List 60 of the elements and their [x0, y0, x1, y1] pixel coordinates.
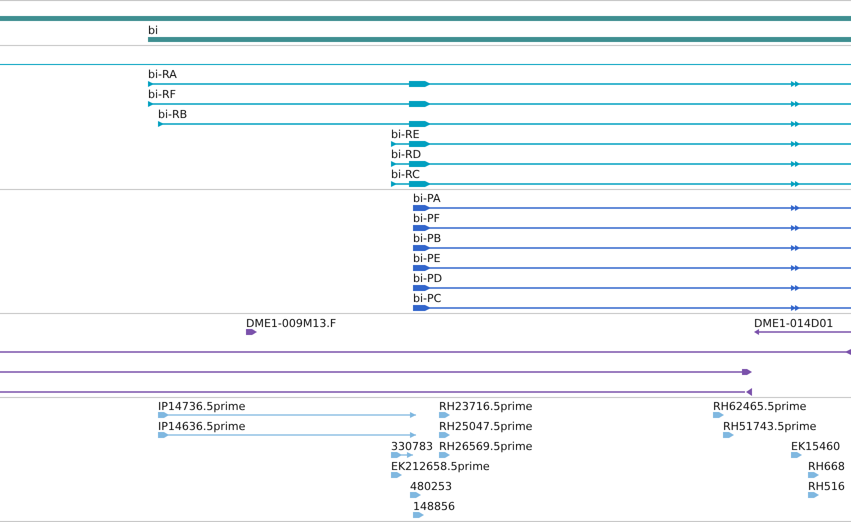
protein-glyph[interactable]: [413, 205, 851, 211]
transcript-glyph[interactable]: [148, 101, 851, 107]
est-glyph[interactable]: [791, 452, 802, 458]
est-glyph[interactable]: [410, 492, 421, 498]
clone-glyph[interactable]: [0, 349, 851, 355]
feature-label: DME1-014D01: [754, 317, 834, 330]
protein-glyph[interactable]: [413, 305, 851, 311]
transcript-glyph[interactable]: [158, 121, 851, 127]
est-glyph[interactable]: [158, 412, 416, 418]
transcript-glyph[interactable]: [391, 161, 851, 167]
feature-label: RH26569.5prime: [439, 440, 532, 453]
feature-label: RH516: [808, 480, 845, 493]
est-glyph[interactable]: [158, 432, 416, 438]
protein-glyph[interactable]: [413, 265, 851, 271]
feature-label: 148856: [413, 500, 455, 513]
feature-label: bi-RA: [148, 68, 177, 81]
clone-glyph[interactable]: [0, 388, 752, 396]
protein-glyph[interactable]: [413, 245, 851, 251]
est-glyph[interactable]: [808, 492, 819, 498]
feature-label: bi-RC: [391, 168, 420, 181]
transcript-glyph[interactable]: [148, 81, 851, 87]
transcript-glyph[interactable]: [391, 141, 851, 147]
est-glyph[interactable]: [439, 452, 450, 458]
feature-label: RH668: [808, 460, 845, 473]
feature-label: EK212658.5prime: [391, 460, 490, 473]
feature-label: bi-RF: [148, 88, 176, 101]
feature-label: bi-RB: [158, 108, 188, 121]
est-glyph[interactable]: [439, 432, 450, 438]
protein-glyph[interactable]: [413, 285, 851, 291]
feature-label: EK15460: [791, 440, 840, 453]
feature-label: 480253: [410, 480, 452, 493]
feature-label: bi-PC: [413, 292, 442, 305]
est-glyph[interactable]: [439, 412, 450, 418]
est-glyph[interactable]: [713, 412, 724, 418]
feature-label: bi-PD: [413, 272, 442, 285]
feature-label: bi-RE: [391, 128, 420, 141]
est-glyph[interactable]: [723, 432, 734, 438]
feature-label: bi-RD: [391, 148, 422, 161]
feature-label: bi-PE: [413, 252, 441, 265]
protein-glyph[interactable]: [413, 225, 851, 231]
est-glyph[interactable]: [391, 472, 402, 478]
clone-marker[interactable]: [246, 329, 257, 335]
feature-label: RH62465.5prime: [713, 400, 806, 413]
feature-label: bi: [148, 24, 158, 37]
est-glyph[interactable]: [413, 512, 424, 518]
transcript-glyph[interactable]: [391, 181, 851, 187]
clone-glyph[interactable]: [754, 329, 851, 335]
feature-label: bi-PF: [413, 212, 440, 225]
est-glyph[interactable]: [391, 452, 413, 458]
feature-label: RH51743.5prime: [723, 420, 816, 433]
feature-label: bi-PA: [413, 192, 440, 205]
est-glyph[interactable]: [808, 472, 819, 478]
feature-label: IP14636.5prime: [158, 420, 246, 433]
feature-label: IP14736.5prime: [158, 400, 246, 413]
feature-label: bi-PB: [413, 232, 442, 245]
feature-label: 330783: [391, 440, 433, 453]
clone-glyph[interactable]: [0, 369, 752, 375]
feature-label: RH25047.5prime: [439, 420, 532, 433]
feature-label: DME1-009M13.F: [246, 317, 336, 330]
feature-label: RH23716.5prime: [439, 400, 532, 413]
